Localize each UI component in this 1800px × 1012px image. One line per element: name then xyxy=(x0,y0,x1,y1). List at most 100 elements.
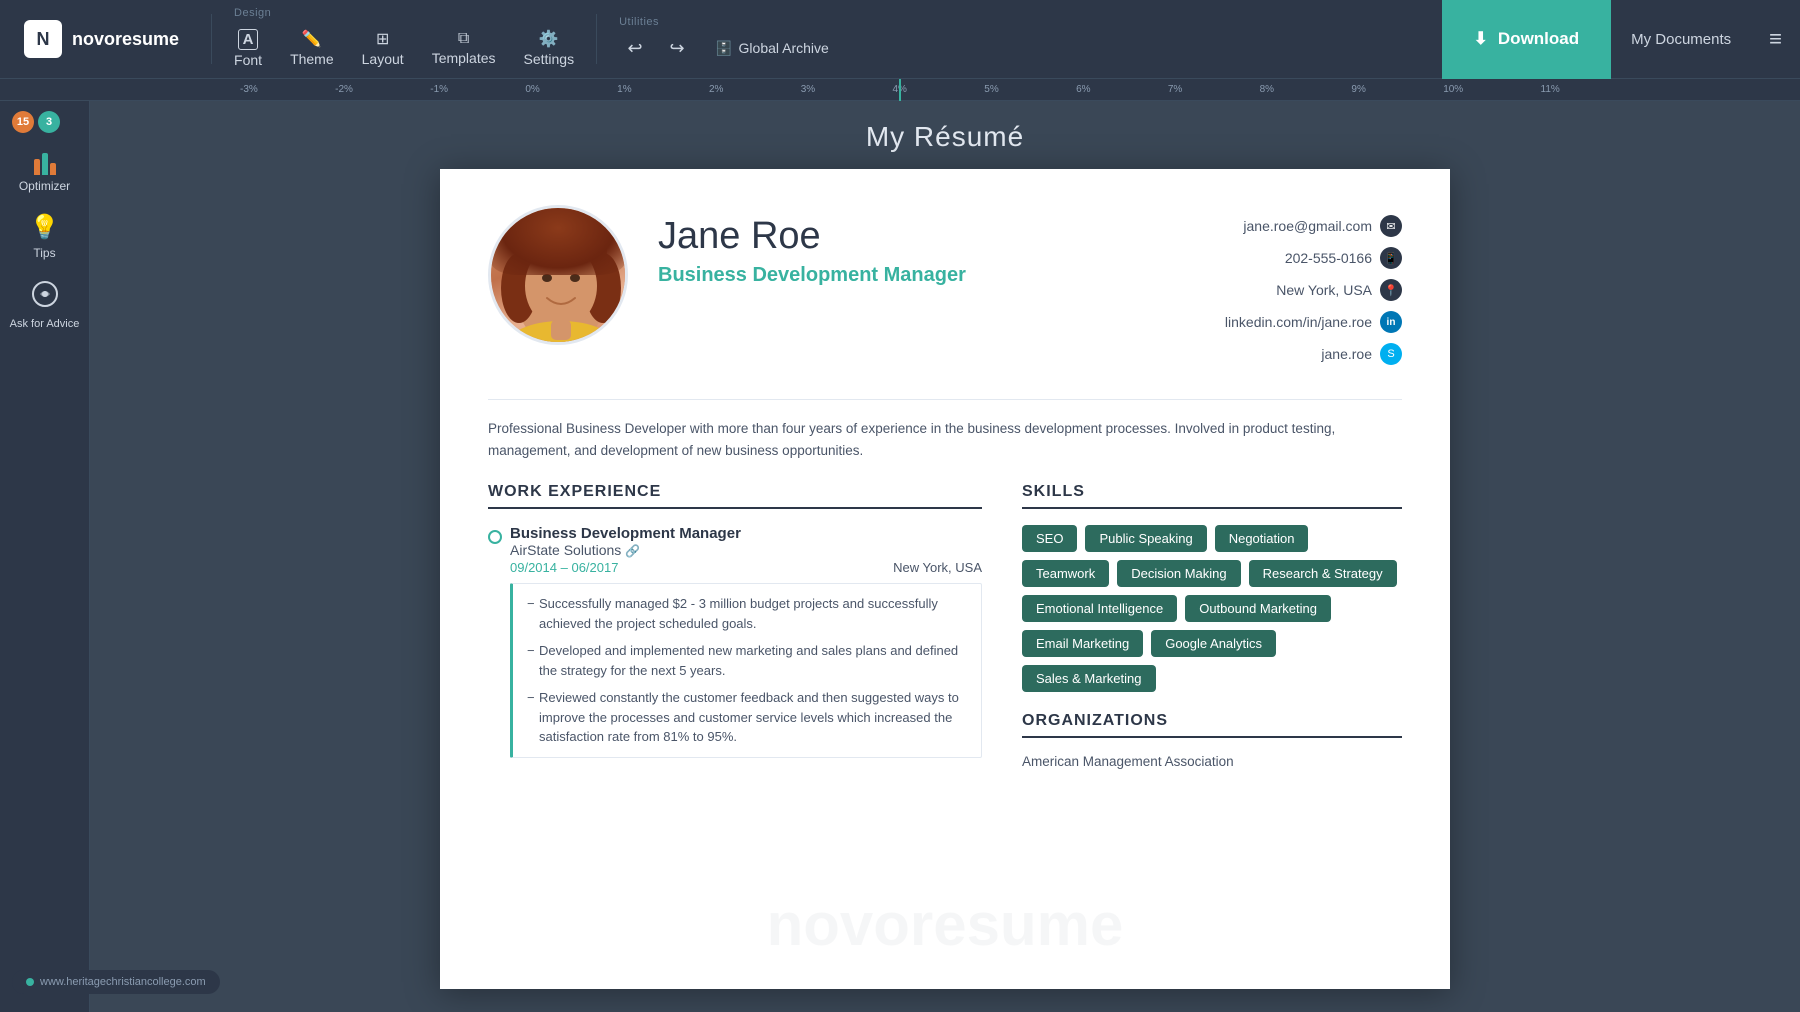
utilities-label: Utilities xyxy=(605,16,855,28)
ruler-indicator xyxy=(899,79,901,101)
sidebar-item-ask-advice[interactable]: Ask for Advice xyxy=(0,270,89,341)
archive-icon: 🗄️ xyxy=(715,40,732,57)
main-area: 15 3 Optimizer 💡 Tips Ask for Adv xyxy=(0,101,1800,1012)
redo-button[interactable]: ↪ xyxy=(659,30,695,66)
resume-columns: WORK EXPERIENCE Business Development Man… xyxy=(488,483,1402,774)
job-location: New York, USA xyxy=(893,560,982,575)
job-title: Business Development Manager xyxy=(510,525,982,542)
job-bullet-2: Developed and implemented new marketing … xyxy=(527,641,967,680)
global-archive-button[interactable]: 🗄️ Global Archive xyxy=(701,32,843,65)
skill-emotional-intelligence: Emotional Intelligence xyxy=(1022,595,1177,622)
nav-templates[interactable]: ⧉ Templates xyxy=(418,22,510,74)
optimizer-icon xyxy=(34,147,56,175)
skill-public-speaking: Public Speaking xyxy=(1085,525,1206,552)
design-label: Design xyxy=(220,7,588,19)
skill-negotiation: Negotiation xyxy=(1215,525,1309,552)
nav-settings[interactable]: ⚙️ Settings xyxy=(510,21,589,75)
skill-seo: SEO xyxy=(1022,525,1077,552)
settings-icon: ⚙️ xyxy=(539,29,559,49)
tips-label: Tips xyxy=(33,246,55,260)
organizations-title: ORGANIZATIONS xyxy=(1022,712,1402,738)
skill-teamwork: Teamwork xyxy=(1022,560,1109,587)
job-date-range: 09/2014 – 06/2017 xyxy=(510,560,618,575)
job-timeline-dot xyxy=(488,530,502,544)
logo-area[interactable]: N novoresume xyxy=(0,0,203,78)
ruler: -3% -2% -1% 0% 1% 2% 3% 4% 5% 6% 7% 8% 9… xyxy=(0,79,1800,101)
undo-button[interactable]: ↩ xyxy=(617,30,653,66)
name-title-area: Jane Roe Business Development Manager xyxy=(658,205,1195,295)
contact-linkedin: linkedin.com/in/jane.roe in xyxy=(1225,311,1402,333)
linkedin-icon: in xyxy=(1380,311,1402,333)
download-icon: ⬇ xyxy=(1474,29,1488,49)
global-archive-label: Global Archive xyxy=(739,40,829,56)
nav-layout[interactable]: ⊞ Layout xyxy=(348,21,418,75)
templates-icon: ⧉ xyxy=(458,30,469,48)
email-icon: ✉ xyxy=(1380,215,1402,237)
job-company: AirState Solutions 🔗 xyxy=(510,542,982,558)
chat-online-dot xyxy=(26,978,34,986)
canvas-area[interactable]: My Résumé novoresume xyxy=(90,101,1800,1012)
job-link-icon: 🔗 xyxy=(625,544,640,558)
theme-icon: ✏️ xyxy=(302,29,322,49)
contact-linkedin-text: linkedin.com/in/jane.roe xyxy=(1225,314,1372,330)
resume-job-title: Business Development Manager xyxy=(658,264,1195,287)
skill-google-analytics: Google Analytics xyxy=(1151,630,1276,657)
resume-name: Jane Roe xyxy=(658,215,1195,258)
top-navigation: N novoresume Design A Font ✏️ Theme ⊞ La… xyxy=(0,0,1800,79)
optimizer-label: Optimizer xyxy=(19,179,70,193)
my-documents-button[interactable]: My Documents xyxy=(1611,31,1751,48)
contact-skype: jane.roe S xyxy=(1225,343,1402,365)
canvas-title: My Résumé xyxy=(866,121,1024,153)
nav-font[interactable]: A Font xyxy=(220,21,276,76)
chat-url: www.heritagechristiancollege.com xyxy=(40,976,206,988)
layout-icon: ⊞ xyxy=(376,29,389,49)
nav-layout-label: Layout xyxy=(362,51,404,67)
skype-icon: S xyxy=(1380,343,1402,365)
contact-email: jane.roe@gmail.com ✉ xyxy=(1225,215,1402,237)
hamburger-button[interactable]: ≡ xyxy=(1751,26,1800,52)
avatar-image xyxy=(491,208,625,342)
nav-theme[interactable]: ✏️ Theme xyxy=(276,21,348,75)
job-bullets: Successfully managed $2 - 3 million budg… xyxy=(510,583,982,758)
contact-location-text: New York, USA xyxy=(1276,282,1372,298)
resume-summary: Professional Business Developer with mor… xyxy=(488,399,1402,461)
job-bullet-1: Successfully managed $2 - 3 million budg… xyxy=(527,594,967,633)
work-experience-title: WORK EXPERIENCE xyxy=(488,483,982,509)
resume-paper: novoresume xyxy=(440,169,1450,989)
skill-email-marketing: Email Marketing xyxy=(1022,630,1143,657)
skills-column: SKILLS SEO Public Speaking Negotiation T… xyxy=(1022,483,1402,774)
sidebar: 15 3 Optimizer 💡 Tips Ask for Adv xyxy=(0,101,90,1012)
contact-phone: 202-555-0166 📱 xyxy=(1225,247,1402,269)
skill-sales-marketing: Sales & Marketing xyxy=(1022,665,1156,692)
advice-icon xyxy=(31,280,59,314)
job-bullet-3: Reviewed constantly the customer feedbac… xyxy=(527,688,967,747)
font-icon: A xyxy=(238,29,259,50)
badge-3: 3 xyxy=(38,111,60,133)
sidebar-item-optimizer[interactable]: Optimizer xyxy=(0,137,89,203)
watermark: novoresume xyxy=(767,890,1124,959)
avatar xyxy=(488,205,628,345)
phone-icon: 📱 xyxy=(1380,247,1402,269)
nav-divider-2 xyxy=(596,14,597,64)
skills-grid: SEO Public Speaking Negotiation Teamwork… xyxy=(1022,525,1402,692)
ask-advice-label: Ask for Advice xyxy=(10,318,80,331)
nav-divider-1 xyxy=(211,14,212,64)
tips-icon: 💡 xyxy=(30,213,60,242)
contact-skype-text: jane.roe xyxy=(1321,346,1372,362)
download-button[interactable]: ⬇ Download xyxy=(1442,0,1611,79)
logo-text: novoresume xyxy=(72,29,179,50)
chat-widget[interactable]: www.heritagechristiancollege.com xyxy=(12,970,220,994)
contact-area: jane.roe@gmail.com ✉ 202-555-0166 📱 New … xyxy=(1225,205,1402,375)
sidebar-item-tips[interactable]: 💡 Tips xyxy=(0,203,89,270)
org-item-1: American Management Association xyxy=(1022,754,1402,769)
skills-title: SKILLS xyxy=(1022,483,1402,509)
nav-font-label: Font xyxy=(234,52,262,68)
resume-header: Jane Roe Business Development Manager ja… xyxy=(488,205,1402,375)
work-experience-column: WORK EXPERIENCE Business Development Man… xyxy=(488,483,982,774)
skill-decision-making: Decision Making xyxy=(1117,560,1240,587)
contact-location: New York, USA 📍 xyxy=(1225,279,1402,301)
download-label: Download xyxy=(1498,29,1579,49)
job-dates: 09/2014 – 06/2017 New York, USA xyxy=(510,560,982,575)
nav-templates-label: Templates xyxy=(432,50,496,66)
job-entry-1: Business Development Manager AirState So… xyxy=(488,525,982,758)
